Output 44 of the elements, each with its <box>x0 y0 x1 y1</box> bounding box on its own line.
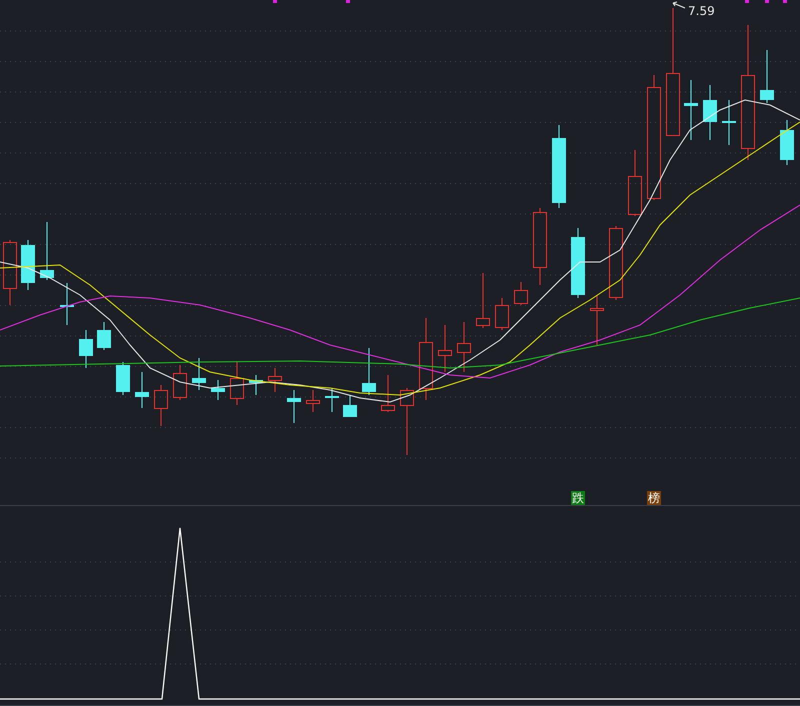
candlestick <box>21 240 35 290</box>
signal-mark <box>346 0 350 3</box>
candlestick <box>154 384 168 426</box>
candlestick <box>362 348 376 396</box>
candlestick <box>230 362 244 406</box>
candlestick <box>703 84 717 140</box>
candlestick <box>268 368 282 392</box>
candlestick <box>60 282 74 326</box>
candlestick <box>514 282 528 306</box>
candlestick <box>287 390 301 424</box>
candlestick <box>457 322 471 372</box>
signal-mark <box>783 0 787 3</box>
candlestick <box>40 222 54 280</box>
candlestick <box>684 80 698 140</box>
signal-mark <box>273 0 277 3</box>
signal-mark <box>765 0 769 3</box>
high-price-label: 7.59 <box>688 4 715 18</box>
candlestick <box>3 240 17 306</box>
candlestick <box>381 374 395 412</box>
candlestick <box>722 100 736 146</box>
candlestick <box>135 372 149 408</box>
candlestick <box>590 294 604 346</box>
signal-mark <box>745 0 749 3</box>
candlestick <box>495 298 509 330</box>
candlestick <box>760 50 774 104</box>
candlestick <box>79 330 93 368</box>
signal-badge: 跌 <box>571 491 585 505</box>
candlestick <box>325 388 339 412</box>
candlestick <box>192 358 206 390</box>
candlestick <box>628 150 642 216</box>
candlestick <box>780 120 794 166</box>
candlestick <box>116 362 130 396</box>
candlestick <box>343 394 357 418</box>
candlestick <box>249 374 263 396</box>
candlestick <box>476 272 490 328</box>
candlestick <box>97 322 111 350</box>
signal-badge: 榜 <box>647 491 661 505</box>
candlestick <box>211 380 225 400</box>
candlestick <box>173 364 187 400</box>
candlestick <box>438 324 452 372</box>
candlestick <box>400 388 414 456</box>
candlestick <box>306 390 320 412</box>
candlestick <box>571 228 585 298</box>
pointer-arrow-icon <box>672 1 686 11</box>
